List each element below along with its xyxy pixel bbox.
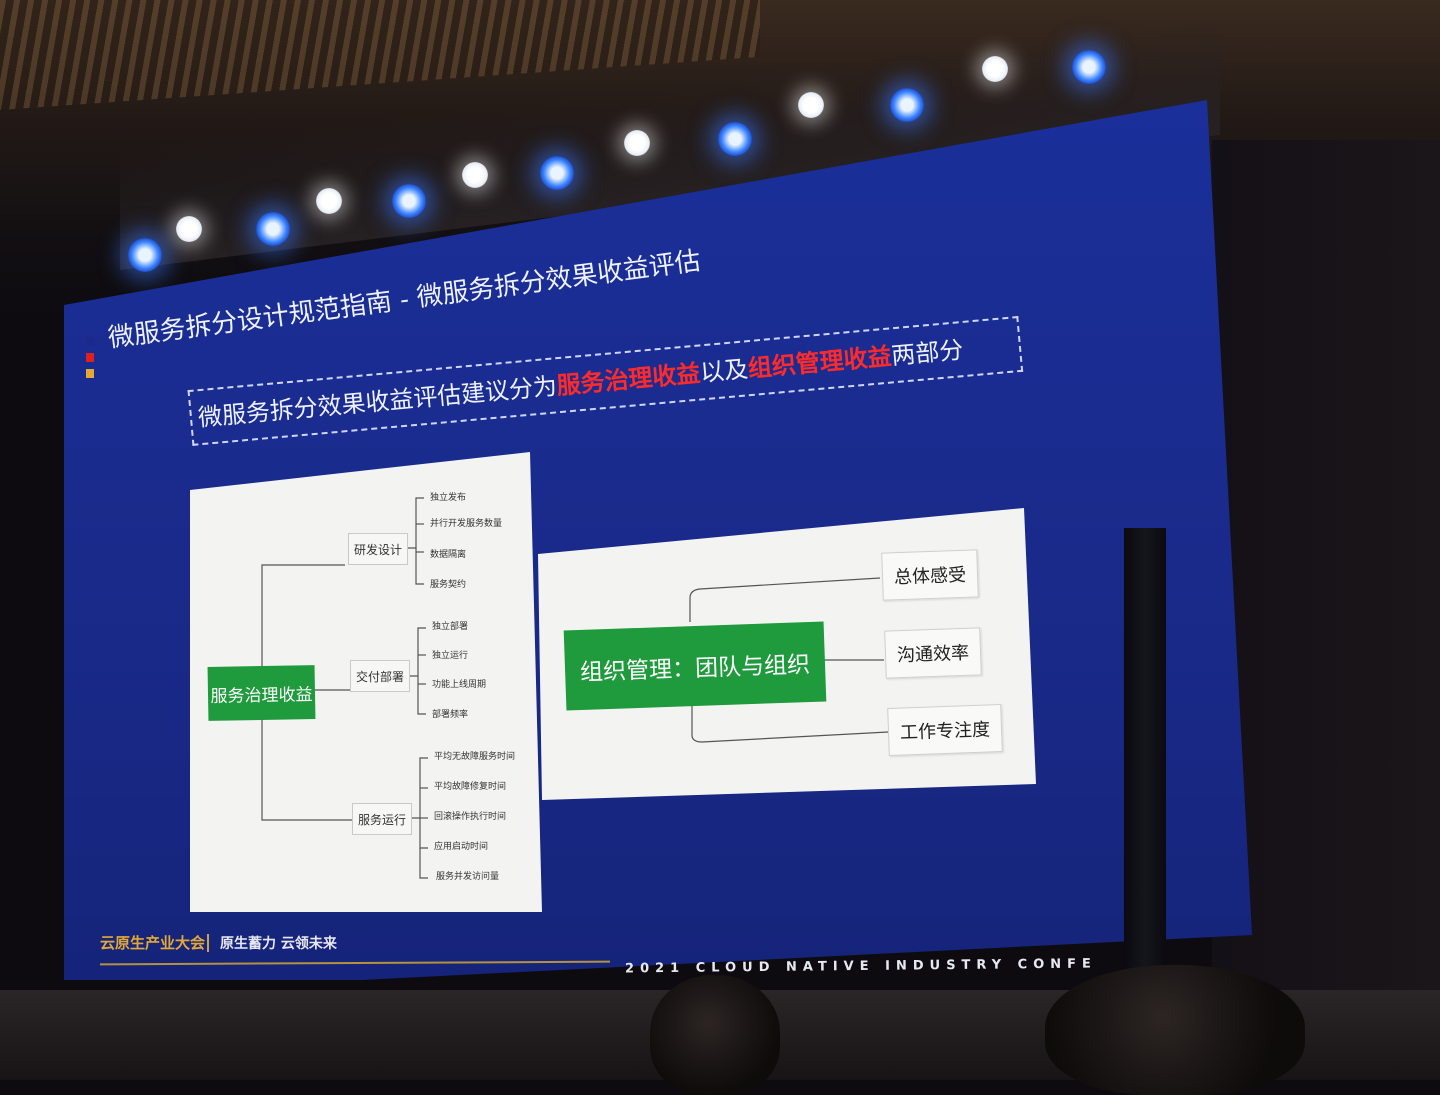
governance-root-node: 服务治理收益 — [207, 665, 316, 721]
callout-middle: 以及 — [698, 354, 750, 388]
leaf-item: 数据隔离 — [430, 550, 467, 560]
leaf-item: 部署频率 — [432, 710, 469, 720]
stage-light — [392, 184, 426, 218]
leaf-item: 独立部署 — [432, 622, 469, 632]
leaf-item: 服务并发访问量 — [436, 872, 500, 882]
footer-slogan: 原生蓄力 云领未来 — [220, 936, 337, 952]
leaf-item: 平均故障修复时间 — [434, 782, 507, 792]
leaf-item: 应用启动时间 — [434, 842, 489, 852]
stage-light — [624, 130, 650, 156]
leaf-item: 独立发布 — [430, 493, 467, 503]
stage-light — [176, 216, 202, 242]
leaf-node-work-focus: 工作专注度 — [887, 704, 1003, 756]
leaf-item: 回滚操作执行时间 — [434, 812, 507, 822]
leaf-item: 功能上线周期 — [432, 680, 487, 690]
stage-speaker — [1124, 528, 1166, 978]
leaf-item: 独立运行 — [432, 651, 469, 661]
branch-node-rd-design: 研发设计 — [348, 533, 408, 565]
stage-light — [316, 188, 342, 214]
stage-light — [128, 238, 162, 272]
title-accent-marks — [86, 337, 94, 385]
branch-node-delivery: 交付部署 — [350, 660, 410, 692]
branch-node-operation: 服务运行 — [352, 803, 412, 835]
stage-light — [462, 162, 488, 188]
footer-brand: 云原生产业大会 — [100, 934, 206, 952]
leaf-node-communication-efficiency: 沟通效率 — [884, 627, 982, 679]
stage-light — [718, 122, 752, 156]
leaf-item: 平均无故障服务时间 — [434, 752, 516, 762]
stage-light — [890, 88, 924, 122]
leaf-item: 服务契约 — [430, 580, 467, 590]
stage-light — [540, 156, 574, 190]
leaf-node-overall-feeling: 总体感受 — [881, 549, 979, 601]
stage-light — [256, 212, 290, 246]
callout-suffix: 两部分 — [890, 335, 965, 371]
stage-light — [1072, 50, 1106, 84]
audience-head — [1045, 965, 1305, 1095]
leaf-item: 并行开发服务数量 — [430, 519, 503, 529]
stage-light — [798, 92, 824, 118]
organization-root-node: 组织管理：团队与组织 — [563, 621, 827, 711]
audience-head — [650, 975, 780, 1095]
footer-separator — [207, 934, 209, 952]
stage-light — [982, 56, 1008, 82]
